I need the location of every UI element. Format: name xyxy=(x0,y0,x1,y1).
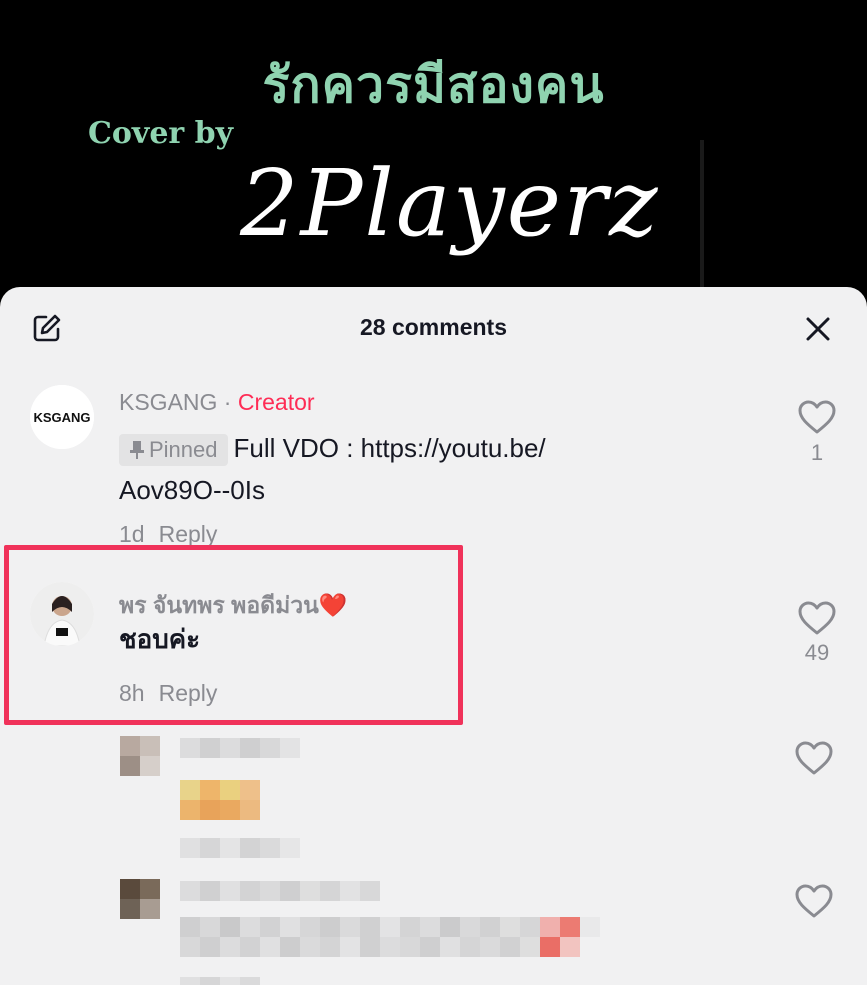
comment-item-pinned: KSGANG KSGANG · Creator Pinned Full VDO … xyxy=(0,377,867,547)
video-cover-text: Cover by xyxy=(88,116,234,151)
pin-icon xyxy=(130,441,144,460)
heart-icon[interactable] xyxy=(794,740,834,776)
heart-icon[interactable] xyxy=(797,399,837,435)
comment-item-redacted xyxy=(0,877,867,985)
comments-count-title: 28 comments xyxy=(359,314,507,340)
pinned-badge: Pinned xyxy=(119,434,228,467)
author-separator: · xyxy=(217,389,238,415)
reply-button[interactable]: Reply xyxy=(159,521,218,547)
heart-icon[interactable] xyxy=(794,883,834,919)
comment-text: Pinned Full VDO : https://youtu.be/ Aov8… xyxy=(119,427,759,511)
comment-text-line2[interactable]: Aov89O--0Is xyxy=(119,475,265,505)
comment-meta: 1d Reply xyxy=(119,521,217,548)
sheet-header: 28 comments xyxy=(0,287,867,367)
heart-icon[interactable] xyxy=(797,600,837,636)
like-count: 49 xyxy=(804,640,830,665)
avatar[interactable]: KSGANG xyxy=(30,385,94,449)
author-name[interactable]: KSGANG xyxy=(119,389,217,415)
ksgang-logo-icon: KSGANG xyxy=(30,385,94,449)
creator-tag: Creator xyxy=(237,389,315,415)
comments-sheet: 28 comments KSGANG KSGANG · Creator Pinn… xyxy=(0,287,867,985)
video-background[interactable]: รักควรมีสองคน Cover by 2Playerz xyxy=(0,0,867,300)
comment-item-redacted xyxy=(0,732,867,862)
highlight-box xyxy=(4,545,463,725)
pinned-label: Pinned xyxy=(149,437,218,463)
video-script-text: 2Playerz xyxy=(240,150,660,257)
avatar-logo-text: KSGANG xyxy=(33,410,90,425)
video-divider xyxy=(700,140,704,290)
like-count: 1 xyxy=(810,440,824,465)
close-icon[interactable] xyxy=(804,315,832,343)
video-title-text: รักควรมีสองคน xyxy=(262,56,605,114)
comment-text-line1[interactable]: Full VDO : https://youtu.be/ xyxy=(234,433,546,463)
comment-time: 1d xyxy=(119,521,145,547)
comment-author[interactable]: KSGANG · Creator xyxy=(119,389,315,416)
